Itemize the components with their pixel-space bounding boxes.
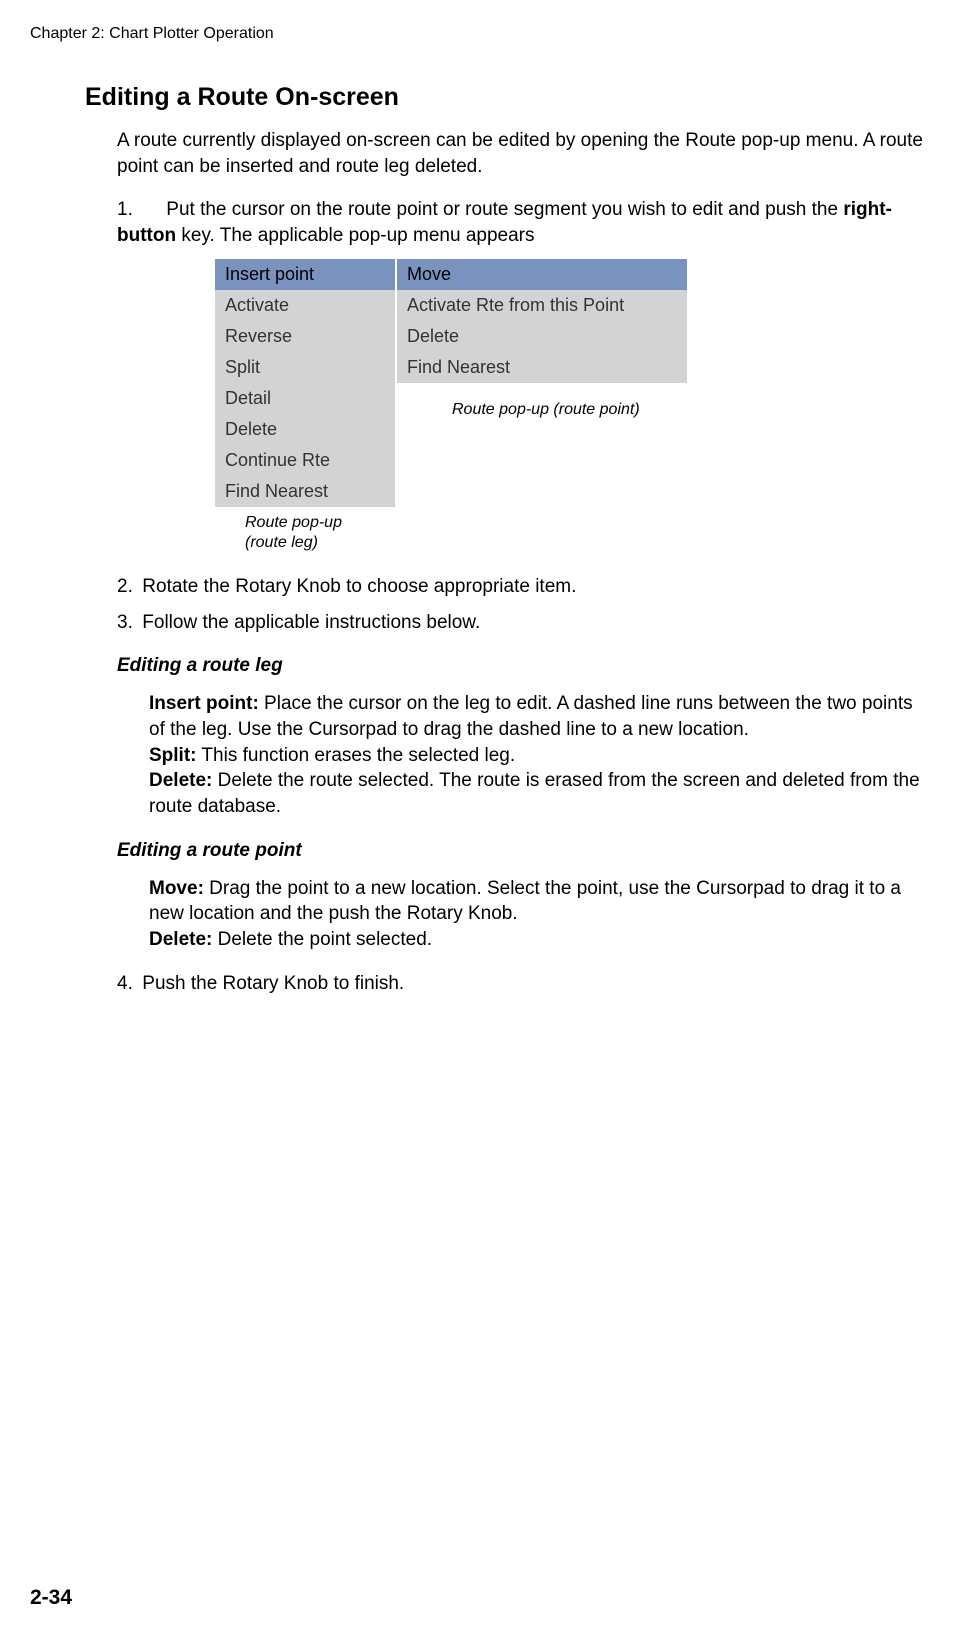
menu-item-delete-leg: Delete <box>215 414 395 445</box>
chapter-header: Chapter 2: Chart Plotter Operation <box>0 0 971 43</box>
step-1-text-before: Put the cursor on the route point or rou… <box>166 199 843 220</box>
menu-item-reverse: Reverse <box>215 321 395 352</box>
route-leg-caption-line2: (route leg) <box>245 534 318 551</box>
step-4-text: Push the Rotary Knob to finish. <box>142 973 404 994</box>
subsection-point-body: Move: Drag the point to a new location. … <box>149 876 926 953</box>
route-leg-menu-column: Insert point Activate Reverse Split Deta… <box>215 259 395 555</box>
menu-item-find-nearest-leg: Find Nearest <box>215 476 395 507</box>
delete-point-label: Delete: <box>149 929 212 950</box>
intro-paragraph: A route currently displayed on-screen ca… <box>117 128 926 179</box>
split-label: Split: <box>149 745 197 766</box>
step-3-number: 3. <box>117 610 137 636</box>
route-point-popup-menu: Move Activate Rte from this Point Delete… <box>397 259 687 383</box>
popup-menus-figure: Insert point Activate Reverse Split Deta… <box>215 259 926 555</box>
menu-item-activate-rte-point: Activate Rte from this Point <box>397 290 687 321</box>
route-leg-caption: Route pop-up (route leg) <box>245 513 395 555</box>
route-point-caption: Route pop-up (route point) <box>452 401 687 419</box>
step-2-number: 2. <box>117 574 137 600</box>
step-1-number: 1. <box>117 197 137 223</box>
step-4-number: 4. <box>117 971 137 997</box>
route-point-menu-column: Move Activate Rte from this Point Delete… <box>397 259 687 419</box>
move-text: Drag the point to a new location. Select… <box>149 878 901 925</box>
menu-item-split: Split <box>215 352 395 383</box>
step-2: 2. Rotate the Rotary Knob to choose appr… <box>117 574 926 600</box>
menu-item-find-nearest-point: Find Nearest <box>397 352 687 383</box>
step-1-text-after: key. The applicable pop-up menu appears <box>176 225 534 246</box>
step-1: 1. Put the cursor on the route point or … <box>117 197 926 248</box>
insert-point-text: Place the cursor on the leg to edit. A d… <box>149 693 913 740</box>
step-4: 4. Push the Rotary Knob to finish. <box>117 971 926 997</box>
insert-point-label: Insert point: <box>149 693 259 714</box>
menu-item-continue-rte: Continue Rte <box>215 445 395 476</box>
subsection-leg-title: Editing a route leg <box>117 655 926 677</box>
page-number: 2-34 <box>30 1586 72 1610</box>
step-3: 3. Follow the applicable instructions be… <box>117 610 926 636</box>
delete-point-text: Delete the point selected. <box>212 929 432 950</box>
split-text: This function erases the selected leg. <box>197 745 516 766</box>
menu-item-insert-point: Insert point <box>215 259 395 290</box>
route-leg-popup-menu: Insert point Activate Reverse Split Deta… <box>215 259 395 507</box>
delete-leg-label: Delete: <box>149 770 212 791</box>
route-leg-caption-line1: Route pop-up <box>245 514 342 531</box>
step-2-text: Rotate the Rotary Knob to choose appropr… <box>142 576 576 597</box>
menu-item-delete-point: Delete <box>397 321 687 352</box>
menu-item-move: Move <box>397 259 687 290</box>
step-3-text: Follow the applicable instructions below… <box>142 612 480 633</box>
main-content: Editing a Route On-screen A route curren… <box>0 43 971 996</box>
delete-leg-text: Delete the route selected. The route is … <box>149 770 920 817</box>
section-title: Editing a Route On-screen <box>85 83 926 112</box>
move-label: Move: <box>149 878 204 899</box>
menu-item-activate: Activate <box>215 290 395 321</box>
subsection-point-title: Editing a route point <box>117 840 926 862</box>
subsection-leg-body: Insert point: Place the cursor on the le… <box>149 691 926 819</box>
menu-item-detail: Detail <box>215 383 395 414</box>
